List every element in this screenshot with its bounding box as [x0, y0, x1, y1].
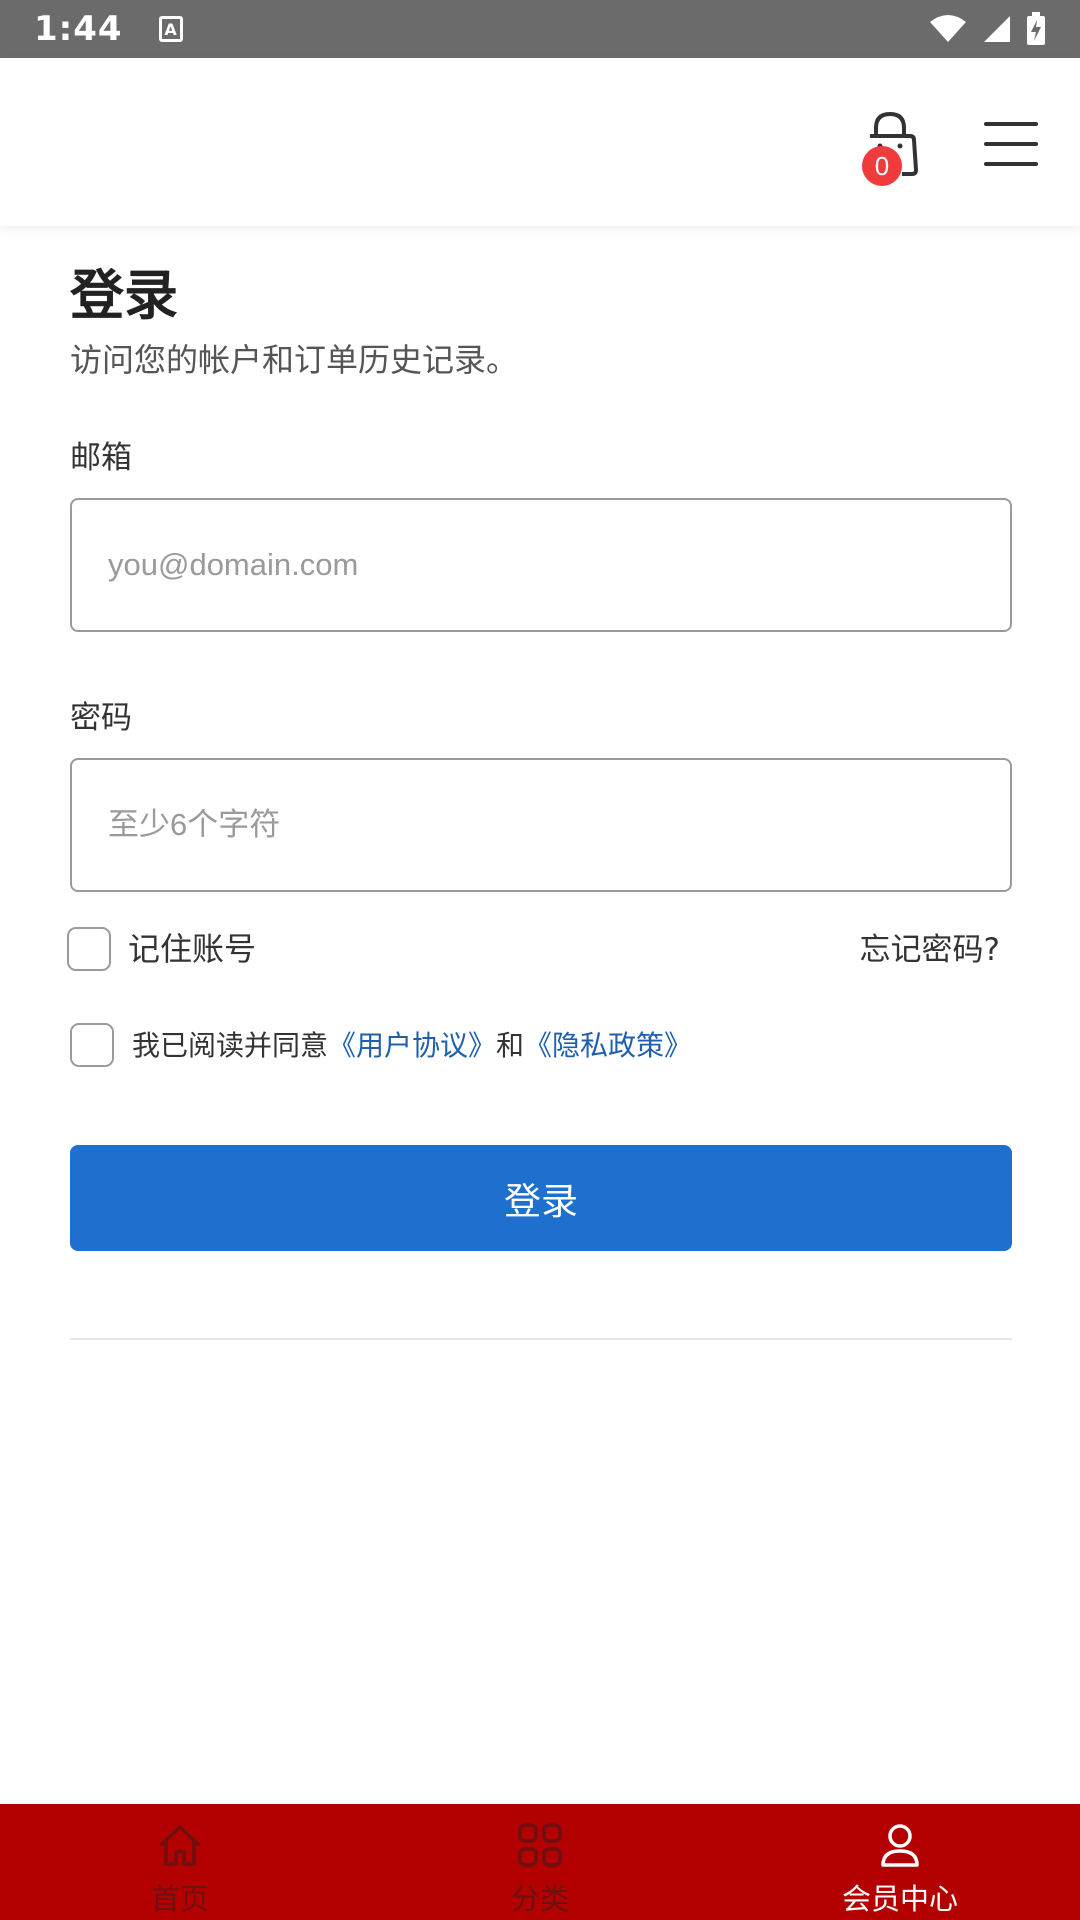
app-notification-icon: A	[158, 16, 183, 42]
email-label: 邮箱	[70, 440, 132, 476]
nav-label-category: 分类	[510, 1882, 569, 1916]
page-subtitle: 访问您的帐户和订单历史记录。	[70, 341, 519, 379]
user-agreement-link[interactable]: 《用户协议》	[328, 1029, 496, 1062]
agree-prefix: 我已阅读并同意	[132, 1029, 329, 1062]
nav-label-member-center: 会员中心	[841, 1882, 958, 1916]
nav-item-home[interactable]: 首页	[0, 1804, 360, 1920]
bottom-nav: 首页 分类 会员中心	[0, 1804, 1080, 1920]
email-field[interactable]	[70, 498, 1012, 632]
remember-label: 记住账号	[128, 930, 257, 968]
agree-checkbox[interactable]	[70, 1023, 114, 1067]
wifi-icon	[930, 15, 966, 42]
login-page: 1:44 A 0 登录 访问您的帐户和订单历史记录。 邮箱 you@domain…	[0, 0, 1080, 1920]
battery-charging-icon	[1027, 12, 1045, 45]
agree-middle: 和	[496, 1029, 525, 1062]
hamburger-menu-icon[interactable]	[984, 120, 1040, 168]
app-header: 0	[0, 58, 1080, 226]
signal-icon	[984, 16, 1010, 42]
grid-icon	[518, 1823, 562, 1867]
nav-label-home: 首页	[150, 1882, 209, 1916]
nav-item-category[interactable]: 分类	[360, 1804, 720, 1920]
privacy-policy-link[interactable]: 《隐私政策》	[524, 1029, 692, 1062]
password-label: 密码	[70, 700, 132, 736]
password-field[interactable]	[70, 758, 1012, 892]
user-icon	[881, 1824, 919, 1867]
status-bar: 1:44 A	[0, 0, 1080, 58]
agreement-text: 我已阅读并同意《用户协议》和《隐私政策》	[132, 1024, 692, 1064]
cart-count-badge: 0	[862, 146, 902, 186]
status-time: 1:44	[34, 9, 123, 49]
login-button[interactable]: 登录	[70, 1145, 1012, 1251]
login-intro: 登录 访问您的帐户和订单历史记录。	[70, 258, 1012, 382]
divider	[70, 1338, 1012, 1340]
status-icons	[928, 12, 1046, 46]
remember-checkbox[interactable]	[67, 927, 111, 971]
home-icon	[160, 1825, 200, 1866]
page-title: 登录	[70, 264, 178, 327]
cart-button[interactable]: 0	[862, 110, 924, 186]
forgot-password-link[interactable]: 忘记密码?	[860, 924, 1000, 969]
nav-item-member-center[interactable]: 会员中心	[720, 1804, 1080, 1920]
